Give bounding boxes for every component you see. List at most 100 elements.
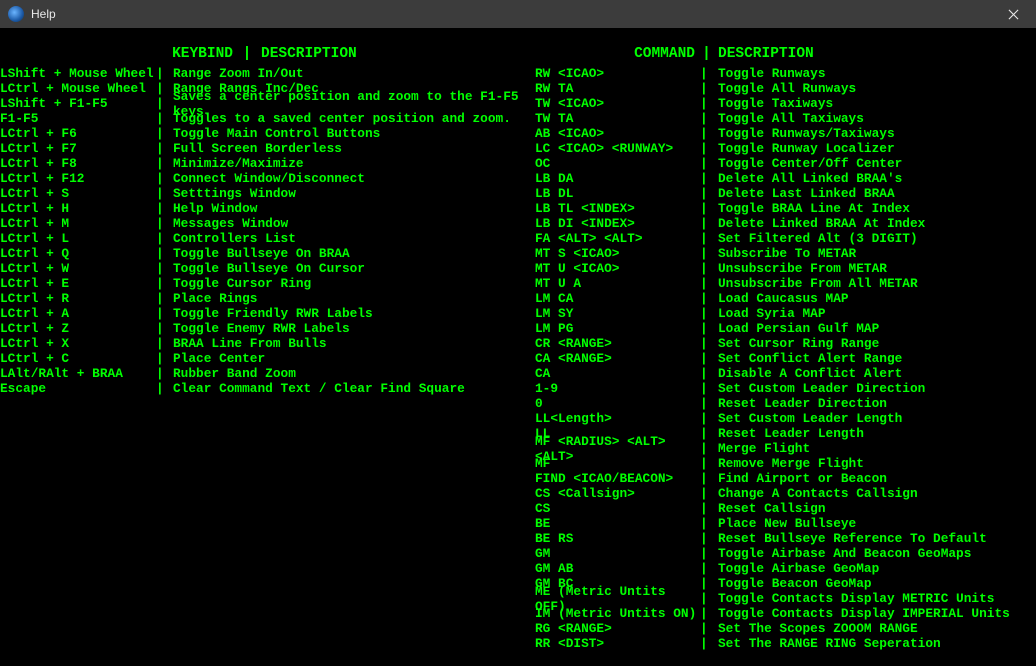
- command-description: Unsubscribe From All METAR: [718, 276, 1025, 291]
- row-separator: |: [700, 546, 718, 561]
- keybind-description: Place Rings: [173, 291, 535, 306]
- keybind-key: LCtrl + S: [0, 186, 156, 201]
- row-separator: |: [700, 96, 718, 111]
- command-key: LM SY: [535, 306, 700, 321]
- command-row: ME (Metric Untits OFF)|Toggle Contacts D…: [535, 591, 1025, 606]
- command-row: IM (Metric Untits ON)|Toggle Contacts Di…: [535, 606, 1025, 621]
- command-row: GM AB|Toggle Airbase GeoMap: [535, 561, 1025, 576]
- command-row: 1-9|Set Custom Leader Direction: [535, 381, 1025, 396]
- keybind-row: LCtrl + H|Help Window: [0, 201, 535, 216]
- command-key: AB <ICAO>: [535, 126, 700, 141]
- row-separator: |: [700, 141, 718, 156]
- row-separator: |: [156, 381, 173, 396]
- command-row: MF|Remove Merge Flight: [535, 456, 1025, 471]
- command-description: Toggle All Taxiways: [718, 111, 1025, 126]
- row-separator: |: [700, 516, 718, 531]
- titlebar: Help: [0, 0, 1036, 28]
- command-description: Set The RANGE RING Seperation: [718, 636, 1025, 651]
- command-key: LB DA: [535, 171, 700, 186]
- keybind-row: LCtrl + F8|Minimize/Maximize: [0, 156, 535, 171]
- command-key: CR <RANGE>: [535, 336, 700, 351]
- row-separator: |: [700, 231, 718, 246]
- keybind-row: LCtrl + Q|Toggle Bullseye On BRAA: [0, 246, 535, 261]
- row-separator: |: [700, 501, 718, 516]
- row-separator: |: [700, 576, 718, 591]
- row-separator: |: [700, 216, 718, 231]
- keybind-row: LCtrl + C|Place Center: [0, 351, 535, 366]
- keybind-row: LCtrl + R|Place Rings: [0, 291, 535, 306]
- command-key: MT U <ICAO>: [535, 261, 700, 276]
- row-separator: |: [700, 156, 718, 171]
- row-separator: |: [700, 171, 718, 186]
- command-key: 1-9: [535, 381, 700, 396]
- keybind-row: LAlt/RAlt + BRAA|Rubber Band Zoom: [0, 366, 535, 381]
- command-row: RW TA|Toggle All Runways: [535, 81, 1025, 96]
- row-separator: |: [156, 186, 173, 201]
- keybind-description: Toggle Bullseye On Cursor: [173, 261, 535, 276]
- row-separator: |: [156, 111, 173, 126]
- keybind-description: Rubber Band Zoom: [173, 366, 535, 381]
- command-description: Set Custom Leader Length: [718, 411, 1025, 426]
- command-description: Delete Last Linked BRAA: [718, 186, 1025, 201]
- command-description: Merge Flight: [718, 441, 1025, 456]
- row-separator: |: [700, 456, 718, 471]
- command-description: Load Persian Gulf MAP: [718, 321, 1025, 336]
- command-description: Place New Bullseye: [718, 516, 1025, 531]
- row-separator: |: [700, 336, 718, 351]
- keybind-description: Range Zoom In/Out: [173, 66, 535, 81]
- keybind-row: LCtrl + L|Controllers List: [0, 231, 535, 246]
- row-separator: |: [156, 216, 173, 231]
- command-key: RW <ICAO>: [535, 66, 700, 81]
- command-row: OC|Toggle Center/Off Center: [535, 156, 1025, 171]
- command-key: TW TA: [535, 111, 700, 126]
- row-separator: |: [700, 321, 718, 336]
- command-row: BE RS|Reset Bullseye Reference To Defaul…: [535, 531, 1025, 546]
- keybind-row: LCtrl + Z|Toggle Enemy RWR Labels: [0, 321, 535, 336]
- command-description: Toggle Runway Localizer: [718, 141, 1025, 156]
- row-separator: |: [700, 426, 718, 441]
- window-title: Help: [31, 7, 998, 21]
- row-separator: |: [700, 306, 718, 321]
- command-key: IM (Metric Untits ON): [535, 606, 700, 621]
- command-description: Toggle Runways/Taxiways: [718, 126, 1025, 141]
- command-key: RR <DIST>: [535, 636, 700, 651]
- keybind-key: LCtrl + F12: [0, 171, 156, 186]
- row-separator: |: [700, 636, 718, 651]
- keybind-key: LCtrl + C: [0, 351, 156, 366]
- row-separator: |: [700, 66, 718, 81]
- command-row: LB TL <INDEX>|Toggle BRAA Line At Index: [535, 201, 1025, 216]
- row-separator: |: [700, 111, 718, 126]
- command-key: LB DL: [535, 186, 700, 201]
- keybind-row: LCtrl + F6|Toggle Main Control Buttons: [0, 126, 535, 141]
- command-description: Toggle Beacon GeoMap: [718, 576, 1025, 591]
- row-separator: |: [700, 201, 718, 216]
- command-description: Toggle Contacts Display IMPERIAL Units: [718, 606, 1025, 621]
- command-key: MF: [535, 456, 700, 471]
- command-description: Change A Contacts Callsign: [718, 486, 1025, 501]
- keybind-row: LShift + F1-F5|Saves a center position a…: [0, 96, 535, 111]
- keybind-row: LCtrl + F7|Full Screen Borderless: [0, 141, 535, 156]
- keybind-key: LCtrl + E: [0, 276, 156, 291]
- row-separator: |: [156, 321, 173, 336]
- close-button[interactable]: [998, 0, 1028, 28]
- command-key: TW <ICAO>: [535, 96, 700, 111]
- row-separator: |: [700, 486, 718, 501]
- command-description: Toggle Taxiways: [718, 96, 1025, 111]
- command-row: FA <ALT> <ALT>|Set Filtered Alt (3 DIGIT…: [535, 231, 1025, 246]
- header-command: COMMAND: [535, 46, 695, 62]
- row-separator: |: [700, 531, 718, 546]
- command-row: MT U A|Unsubscribe From All METAR: [535, 276, 1025, 291]
- row-separator: |: [156, 201, 173, 216]
- keybind-row: LShift + Mouse Wheel|Range Zoom In/Out: [0, 66, 535, 81]
- commands-list: RW <ICAO>|Toggle RunwaysRW TA|Toggle All…: [535, 66, 1025, 651]
- command-row: MT S <ICAO>|Subscribe To METAR: [535, 246, 1025, 261]
- command-key: BE RS: [535, 531, 700, 546]
- command-description: Find Airport or Beacon: [718, 471, 1025, 486]
- command-key: CA <RANGE>: [535, 351, 700, 366]
- command-key: FIND <ICAO/BEACON>: [535, 471, 700, 486]
- row-separator: |: [156, 246, 173, 261]
- keybind-key: LCtrl + Z: [0, 321, 156, 336]
- row-separator: |: [700, 471, 718, 486]
- command-row: TW TA|Toggle All Taxiways: [535, 111, 1025, 126]
- keybind-description: Toggle Main Control Buttons: [173, 126, 535, 141]
